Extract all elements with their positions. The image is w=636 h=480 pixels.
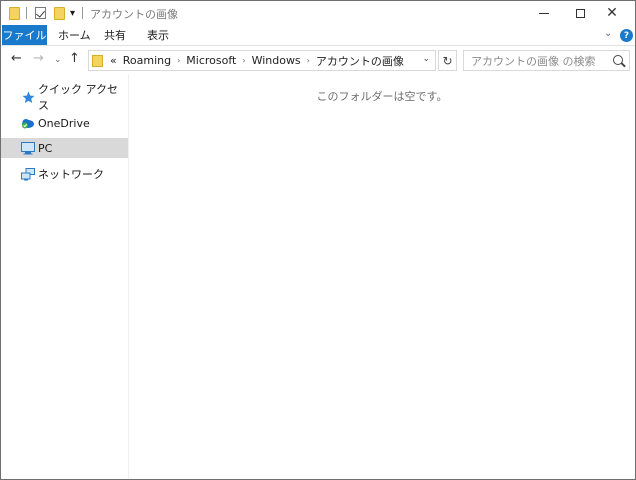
chevron-right-icon[interactable]: ›	[177, 56, 180, 65]
breadcrumb-windows[interactable]: Windows	[252, 54, 301, 67]
nav-label: PC	[38, 141, 53, 155]
network-icon	[21, 167, 35, 181]
chevron-right-icon[interactable]: ›	[307, 56, 310, 65]
minimize-icon	[539, 12, 549, 14]
refresh-button[interactable]: ↻	[438, 50, 457, 71]
breadcrumb-roaming[interactable]: Roaming	[123, 54, 171, 67]
breadcrumb-account-pictures[interactable]: アカウントの画像	[316, 53, 404, 69]
tab-share[interactable]: 共有	[104, 25, 126, 45]
file-list-area[interactable]: このフォルダーは空です。	[129, 74, 635, 479]
nav-label: クイック アクセス	[38, 83, 118, 112]
navigation-bar: ← → ⌄ ↑ « Roaming › Microsoft › Windows …	[1, 46, 635, 74]
monitor-icon	[21, 141, 35, 155]
star-icon	[21, 90, 35, 104]
expand-ribbon-icon[interactable]: ⌄	[604, 28, 612, 39]
file-explorer-window: ▾ アカウントの画像 ✕ ファイル ホーム 共有 表示 ⌄ ? ← → ⌄ ↑ …	[0, 0, 636, 480]
tab-view[interactable]: 表示	[147, 25, 169, 45]
tab-file[interactable]: ファイル	[2, 25, 47, 45]
qa-separator-2	[82, 6, 83, 20]
maximize-icon	[575, 8, 585, 18]
customize-qa-button[interactable]: ▾	[70, 6, 75, 20]
breadcrumb-overflow[interactable]: «	[110, 54, 117, 67]
empty-folder-message: このフォルダーは空です。	[316, 90, 448, 103]
address-dropdown-icon[interactable]: ⌄	[422, 54, 430, 64]
qa-separator	[26, 6, 27, 20]
nav-label: OneDrive	[38, 116, 90, 130]
search-placeholder: アカウントの画像 の検索	[471, 54, 596, 68]
title-bar: ▾ アカウントの画像 ✕	[1, 1, 635, 25]
navigation-pane: クイック アクセス OneDrive PC ネットワーク	[1, 74, 129, 479]
refresh-icon: ↻	[442, 53, 453, 68]
ribbon-tabs: ファイル ホーム 共有 表示 ⌄ ?	[1, 25, 635, 46]
chevron-down-icon: ▾	[70, 7, 76, 19]
folder-icon	[9, 6, 20, 20]
nav-item-onedrive[interactable]: OneDrive	[1, 113, 128, 133]
forward-button[interactable]: →	[33, 52, 44, 66]
address-bar[interactable]: « Roaming › Microsoft › Windows › アカウントの…	[88, 50, 436, 71]
window-title: アカウントの画像	[90, 8, 178, 21]
search-input[interactable]: アカウントの画像 の検索	[463, 50, 630, 71]
new-folder-icon[interactable]	[54, 6, 65, 20]
chevron-right-icon[interactable]: ›	[242, 56, 245, 65]
recent-locations-button[interactable]: ⌄	[54, 53, 62, 67]
breadcrumb-microsoft[interactable]: Microsoft	[186, 54, 236, 67]
nav-item-pc[interactable]: PC	[1, 138, 128, 158]
tab-home[interactable]: ホーム	[58, 25, 91, 45]
folder-icon	[92, 54, 103, 67]
close-button[interactable]: ✕	[589, 1, 635, 25]
properties-check-icon[interactable]	[35, 6, 46, 20]
up-button[interactable]: ↑	[69, 52, 80, 66]
nav-label: ネットワーク	[38, 168, 104, 181]
onedrive-cloud-icon	[21, 116, 35, 130]
help-icon[interactable]: ?	[620, 29, 633, 42]
search-icon	[613, 55, 623, 65]
nav-item-network[interactable]: ネットワーク	[1, 164, 128, 184]
nav-item-quick-access[interactable]: クイック アクセス	[1, 83, 128, 112]
close-icon: ✕	[606, 5, 618, 21]
back-button[interactable]: ←	[11, 52, 22, 66]
